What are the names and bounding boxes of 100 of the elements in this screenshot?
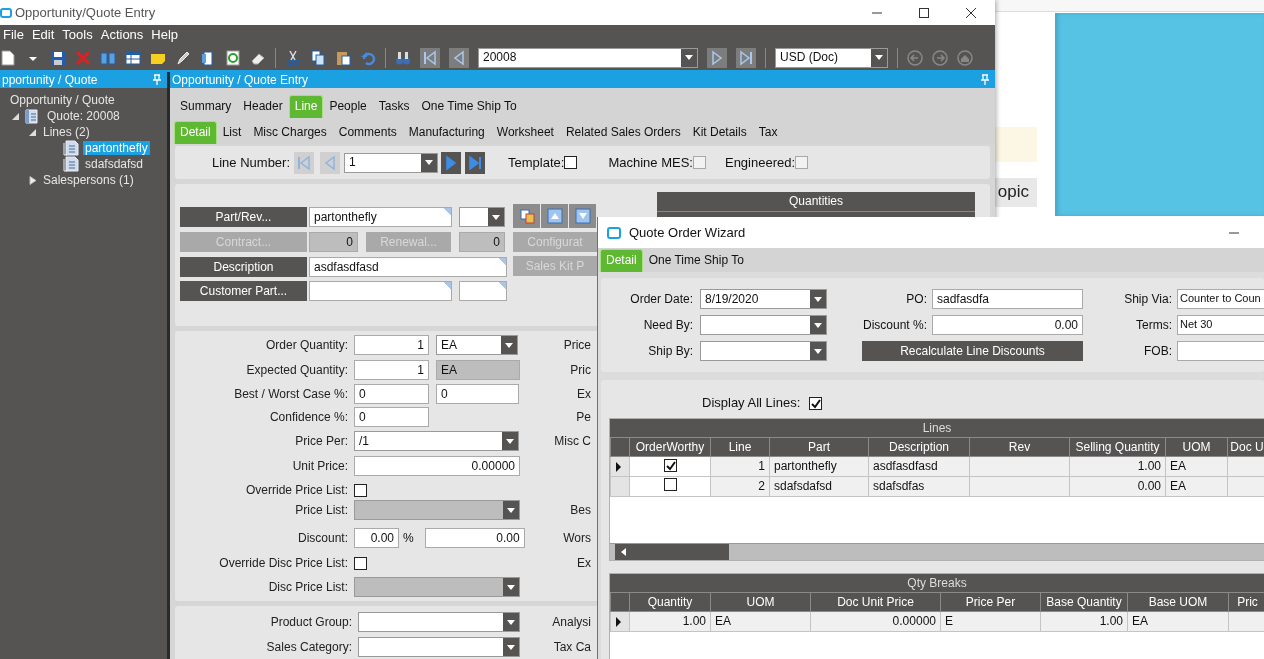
dropdown-arrow-icon[interactable] <box>813 320 823 330</box>
input-field[interactable]: 0 <box>459 232 505 252</box>
tab[interactable]: Kit Details <box>686 120 753 144</box>
dropdown-arrow-icon[interactable] <box>684 53 694 62</box>
pin-icon[interactable] <box>151 74 163 86</box>
tab[interactable]: Tasks <box>372 94 416 118</box>
input-field[interactable] <box>459 281 507 301</box>
input-field[interactable]: 0.00 <box>354 528 399 548</box>
toolbar-button[interactable] <box>569 204 596 228</box>
column-header[interactable]: Part <box>769 437 869 457</box>
toolbar-button[interactable] <box>513 204 540 228</box>
save-icon[interactable] <box>50 49 66 66</box>
dropdown-arrow-icon[interactable] <box>813 294 823 304</box>
column-header[interactable]: Rev <box>969 437 1070 457</box>
tab[interactable]: Related Sales Orders <box>559 120 687 144</box>
menu-item[interactable]: File <box>0 27 29 43</box>
maximize-icon[interactable] <box>918 6 930 19</box>
form-button[interactable]: Description <box>180 257 307 277</box>
book-icon[interactable] <box>100 49 116 66</box>
expander-icon[interactable] <box>29 175 37 185</box>
column-header[interactable]: Line <box>710 437 770 457</box>
paste-icon[interactable] <box>335 49 351 66</box>
dropdown-arrow-icon[interactable] <box>491 212 501 222</box>
column-header[interactable]: Doc U <box>1227 437 1264 457</box>
checkbox[interactable] <box>354 483 367 497</box>
dropdown-field[interactable]: 1 <box>344 152 439 173</box>
close-icon[interactable] <box>965 6 977 19</box>
input-field[interactable]: 0 <box>354 407 429 427</box>
dropdown-field[interactable] <box>459 207 505 227</box>
dropdown-field[interactable] <box>700 341 827 361</box>
checkbox[interactable] <box>809 396 823 410</box>
column-header[interactable]: Price Per <box>940 592 1041 612</box>
cut-icon[interactable] <box>285 49 301 66</box>
dropdown-arrow-icon[interactable] <box>813 346 823 356</box>
menu-item[interactable]: Actions <box>97 27 149 43</box>
dropdown-field[interactable]: EA <box>436 335 518 355</box>
dropdown-field[interactable] <box>358 612 520 632</box>
column-header[interactable]: Pric <box>1228 592 1264 612</box>
copy-icon[interactable] <box>310 49 326 66</box>
tree-item[interactable]: Quote: 20008 <box>45 108 122 124</box>
tab[interactable]: Comments <box>332 120 403 144</box>
input-field[interactable]: 1 <box>354 335 429 355</box>
input-field[interactable]: 0 <box>354 384 429 404</box>
toolbar-button[interactable] <box>541 204 568 228</box>
input-field[interactable]: asdfasdfasd <box>309 257 507 277</box>
new-document-icon[interactable] <box>0 49 16 66</box>
next-record-button[interactable] <box>441 151 462 174</box>
last-record-button[interactable] <box>465 151 486 174</box>
scrollbar-thumb[interactable] <box>615 544 729 560</box>
tab[interactable]: Manufacturing <box>402 120 491 144</box>
input-field[interactable]: 0.00000 <box>354 456 520 476</box>
tab[interactable]: People <box>323 94 373 118</box>
pin-icon[interactable] <box>979 74 991 86</box>
input-field[interactable]: 1 <box>354 360 429 380</box>
tree-item[interactable]: Opportunity / Quote <box>8 92 117 108</box>
form-button[interactable]: Part/Rev... <box>180 207 307 227</box>
form-button[interactable]: Customer Part... <box>180 281 307 301</box>
column-header[interactable]: OrderWorthy <box>629 437 711 457</box>
expander-icon[interactable] <box>12 111 20 121</box>
page-button[interactable]: opic <box>995 178 1037 207</box>
column-header[interactable]: Description <box>868 437 970 457</box>
horizontal-scrollbar[interactable] <box>610 543 1264 560</box>
tab[interactable]: Header <box>237 94 289 118</box>
column-header[interactable]: UOM <box>710 592 811 612</box>
dropdown-arrow-icon[interactable] <box>505 436 515 446</box>
dropdown-arrow-icon[interactable] <box>506 642 516 652</box>
input-field[interactable] <box>309 281 452 301</box>
tree-item[interactable]: Salespersons (1) <box>41 172 136 188</box>
input-field[interactable]: partonthefly <box>309 207 452 227</box>
input-field[interactable]: sadfasdfa <box>932 289 1083 309</box>
input-field[interactable]: 0 <box>436 384 519 404</box>
tab[interactable]: Summary <box>174 94 238 118</box>
menu-item[interactable]: Tools <box>59 27 98 43</box>
dropdown-field[interactable]: 8/19/2020 <box>700 289 827 309</box>
tab[interactable]: Misc Charges <box>247 120 333 144</box>
tab[interactable]: One Time Ship To <box>415 94 523 118</box>
pen-icon[interactable] <box>175 49 191 66</box>
tab[interactable]: List <box>216 120 248 144</box>
input-field[interactable]: Counter to Coun <box>1177 289 1264 309</box>
dropdown-arrow-icon[interactable] <box>424 158 435 167</box>
dropdown-field[interactable]: /1 <box>354 431 519 451</box>
menu-item[interactable]: Edit <box>28 27 60 43</box>
tab[interactable]: One Time Ship To <box>642 248 750 272</box>
tree-item[interactable]: Lines (2) <box>41 124 92 140</box>
column-header[interactable]: Quantity <box>629 592 711 612</box>
checkbox[interactable] <box>564 156 578 169</box>
tab[interactable]: Worksheet <box>490 120 560 144</box>
input-field[interactable] <box>1177 341 1264 361</box>
column-header[interactable]: Selling Quantity <box>1069 437 1166 457</box>
dropdown-field[interactable]: 20008 <box>478 47 698 68</box>
column-header[interactable]: UOM <box>1165 437 1228 457</box>
column-header[interactable]: Doc Unit Price <box>810 592 941 612</box>
dropdown-arrow-icon[interactable] <box>506 617 516 627</box>
checkbox[interactable] <box>663 478 677 492</box>
menu-item[interactable]: Help <box>148 27 184 43</box>
dropdown-field[interactable]: USD (Doc) <box>775 47 888 68</box>
input-field[interactable]: 0.00 <box>424 528 525 548</box>
expander-icon[interactable] <box>29 127 37 137</box>
scroll-left-icon[interactable] <box>621 548 626 556</box>
dropdown-arrow-icon[interactable] <box>504 340 514 350</box>
